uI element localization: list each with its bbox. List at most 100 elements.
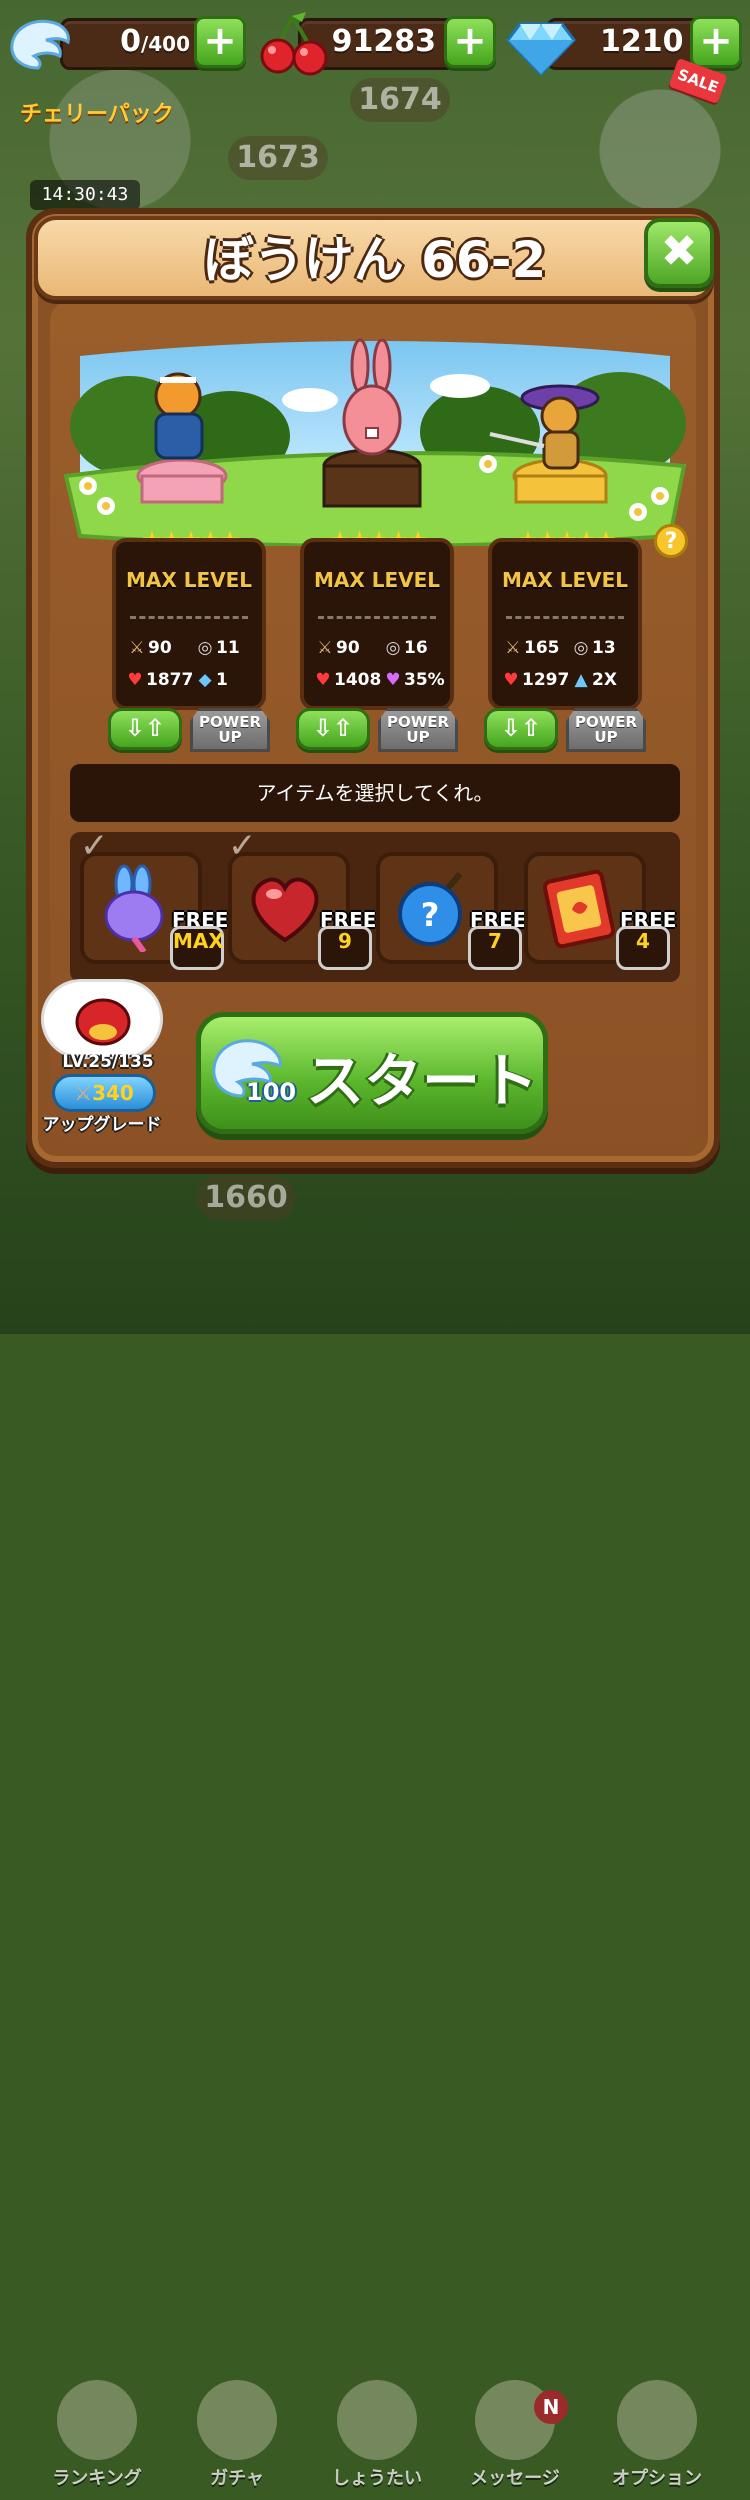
add-hearts-button[interactable]: + <box>194 16 246 68</box>
add-gems-button[interactable]: + <box>690 16 742 68</box>
coin-icon: ◎ <box>573 638 589 658</box>
upgrade-label[interactable]: アップグレード <box>40 1110 164 1135</box>
start-cost: 100 <box>246 1078 297 1106</box>
item-count: 4 <box>616 926 670 970</box>
level-label: MAX LEVEL <box>313 568 441 592</box>
item-count: 7 <box>468 926 522 970</box>
nav-label: しょうたい <box>332 2468 422 2489</box>
divider <box>130 616 248 619</box>
skill-value: 2X <box>592 670 617 690</box>
divider <box>506 616 624 619</box>
hp-stat: ♥ 1408 <box>314 670 381 690</box>
swap-character-button[interactable]: ⇩⇧ <box>484 708 558 750</box>
power-up-label: UP <box>594 728 618 746</box>
sword-icon: ⚔ <box>505 638 521 658</box>
skill-stat: ◆ 1 <box>196 670 228 690</box>
coin-value: 13 <box>592 638 616 658</box>
upgrade-cost-value: 340 <box>92 1081 134 1105</box>
hp-value: 1877 <box>146 670 194 690</box>
gem-heart-icon: ♥ <box>385 670 401 690</box>
cherries-count: 91283 <box>331 24 436 59</box>
level-label: MAX LEVEL <box>125 568 253 592</box>
hp-stat: ♥ 1877 <box>126 670 193 690</box>
heart-potion-icon <box>251 877 319 943</box>
currency-bar: 0/400 + 91283 + 1210 + SALE <box>0 0 750 104</box>
nav-options[interactable]: オプション <box>592 2380 722 2500</box>
attack-value: 90 <box>148 638 172 658</box>
coin-stat: ◎ 11 <box>196 638 240 658</box>
boost-icon: ▲ <box>574 670 588 690</box>
attack-stat: ⚔ 90 <box>316 638 360 658</box>
swap-character-button[interactable]: ⇩⇧ <box>108 708 182 750</box>
hp-value: 1408 <box>334 670 382 690</box>
svg-text:?: ? <box>421 896 440 934</box>
mystery-bomb-icon: ? <box>398 872 463 946</box>
item-count: MAX <box>170 926 224 970</box>
power-up-button[interactable]: POWER UP <box>566 708 646 752</box>
power-up-label: UP <box>406 728 430 746</box>
divider <box>318 616 436 619</box>
character-card-1[interactable]: MAX LEVEL ⚔ 90 ◎ 11 ♥ 1877 ◆ 1 <box>112 538 266 710</box>
power-up-button[interactable]: POWER UP <box>190 708 270 752</box>
help-button[interactable]: ? <box>654 524 688 558</box>
nav-label: ランキング <box>52 2468 142 2489</box>
gems-count: 1210 <box>600 24 684 59</box>
skill-value: 35% <box>404 670 445 690</box>
character-card-3[interactable]: MAX LEVEL ⚔ 165 ◎ 13 ♥ 1297 ▲ 2X <box>488 538 642 710</box>
heart-icon: ♥ <box>127 670 143 690</box>
close-button[interactable]: ✖ <box>644 218 714 288</box>
skill-value: 1 <box>216 670 228 690</box>
nav-label: ガチャ <box>210 2468 264 2489</box>
cherry-icon <box>260 12 328 76</box>
item-hint: アイテムを選択してくれ。 <box>70 764 680 822</box>
invite-icon <box>337 2380 417 2460</box>
start-label: スタート <box>306 1047 539 1115</box>
add-cherries-button[interactable]: + <box>444 16 496 68</box>
hp-stat: ♥ 1297 <box>502 670 569 690</box>
swap-character-button[interactable]: ⇩⇧ <box>296 708 370 750</box>
sword-icon: ⚔ <box>317 638 333 658</box>
coin-icon: ◎ <box>197 638 213 658</box>
party-scene <box>63 338 687 546</box>
pack-banner[interactable]: チェリーパック <box>20 96 174 128</box>
skill-stat: ▲ 2X <box>572 670 617 690</box>
level-label: MAX LEVEL <box>501 568 629 592</box>
hearts-count: 0/400 <box>110 24 190 59</box>
nav-messages[interactable]: N メッセージ <box>450 2380 580 2500</box>
upgrade-cloud[interactable] <box>44 982 160 1056</box>
coin-stat: ◎ 16 <box>384 638 428 658</box>
hp-value: 1297 <box>522 670 570 690</box>
power-up-button[interactable]: POWER UP <box>378 708 458 752</box>
attack-value: 165 <box>524 638 560 658</box>
item-count: 9 <box>318 926 372 970</box>
attack-stat: ⚔ 165 <box>504 638 560 658</box>
attack-value: 90 <box>336 638 360 658</box>
bottom-nav: ランキング ガチャ しょうたい N メッセージ オプション <box>0 1180 750 2489</box>
coin-stat: ◎ 13 <box>572 638 616 658</box>
nav-label: オプション <box>612 2468 702 2489</box>
wing-heart-icon <box>10 19 70 70</box>
bunny-balloon-icon <box>104 864 164 952</box>
heart-icon: ♥ <box>503 670 519 690</box>
power-up-label: UP <box>218 728 242 746</box>
character-card-2[interactable]: MAX LEVEL ⚔ 90 ◎ 16 ♥ 1408 ♥ 35% <box>300 538 454 710</box>
sword-icon: ⚔ <box>129 638 145 658</box>
check-icon: ✓ <box>80 826 109 866</box>
diamond-icon <box>506 22 576 77</box>
nav-gacha[interactable]: ガチャ <box>172 2380 302 2500</box>
new-badge: N <box>534 2390 568 2424</box>
upgrade-cost[interactable]: ⚔340 <box>52 1074 156 1112</box>
nav-ranking[interactable]: ランキング <box>32 2380 162 2500</box>
stage-marker: 1673 <box>228 136 328 180</box>
attack-stat: ⚔ 90 <box>128 638 172 658</box>
coin-value: 11 <box>216 638 240 658</box>
check-icon: ✓ <box>228 826 257 866</box>
gacha-icon <box>197 2380 277 2460</box>
spell-book-icon <box>542 869 616 949</box>
coin-icon: ◎ <box>385 638 401 658</box>
level-text: LV.25/135 <box>62 1052 154 1072</box>
red-bull-icon <box>74 995 132 1046</box>
hearts-value: 0 <box>120 24 141 59</box>
nav-invite[interactable]: しょうたい <box>312 2380 442 2500</box>
skill-stat: ♥ 35% <box>384 670 445 690</box>
